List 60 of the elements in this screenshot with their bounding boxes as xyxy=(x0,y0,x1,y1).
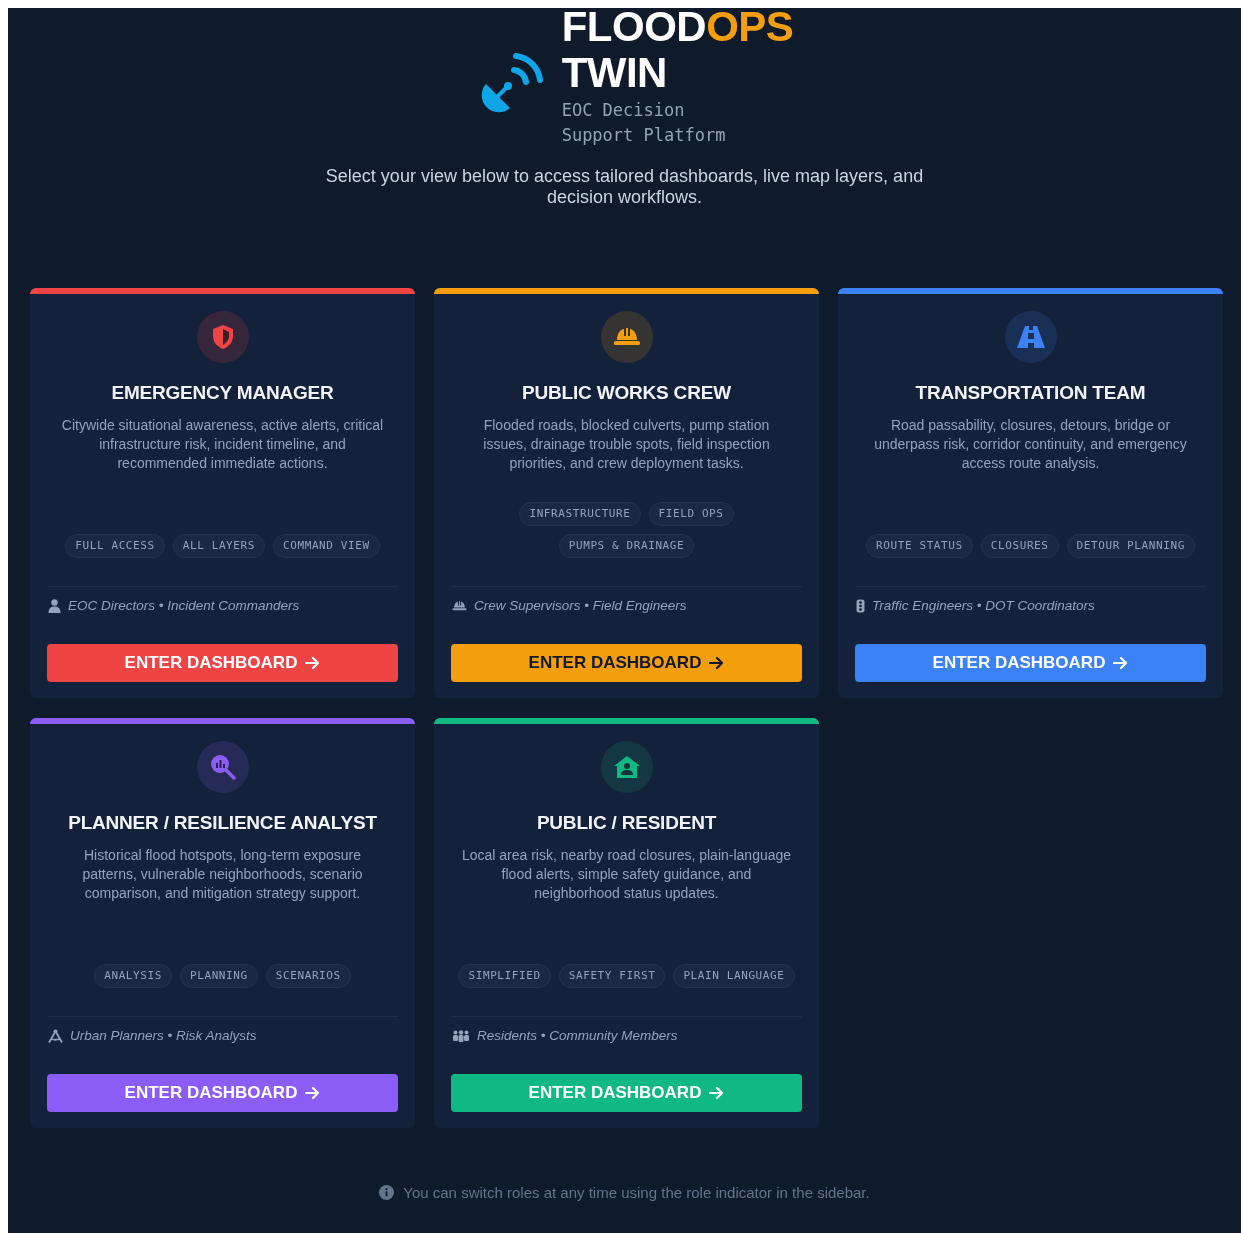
shield-icon xyxy=(210,324,235,350)
brand-title: FLOODOPS TWIN xyxy=(561,8,794,96)
tag: SIMPLIFIED xyxy=(458,964,551,988)
role-title: EMERGENCY MANAGER xyxy=(111,381,334,405)
tag: COMMAND VIEW xyxy=(273,534,380,558)
tag: PUMPS & DRAINAGE xyxy=(558,534,695,558)
role-card[interactable] xyxy=(30,288,415,698)
hard-hat-icon xyxy=(452,599,467,612)
tag: PLANNING xyxy=(180,964,258,988)
house-person-icon xyxy=(612,755,641,779)
role-description: Local area risk, nearby road closures, plain-language flood alerts, simple safety guidance, and neighborhood status updates. xyxy=(460,846,793,903)
tag: FIELD OPS xyxy=(648,502,734,526)
audience-text: Urban Planners • Risk Analysts xyxy=(70,1028,257,1043)
role-description: Citywide situational awareness, active alerts, critical infrastructure risk, incident timeline, and recommended immediate actions. xyxy=(60,416,385,473)
audience-text: Traffic Engineers • DOT Coordinators xyxy=(872,598,1095,613)
info-icon xyxy=(379,1185,395,1200)
people-group-icon xyxy=(452,1029,470,1042)
tag: CLOSURES xyxy=(980,534,1059,558)
tag: FULL ACCESS xyxy=(65,534,165,558)
role-title: PUBLIC / RESIDENT xyxy=(536,811,717,835)
role-description: Historical flood hotspots, long-term exposure patterns, vulnerable neighborhoods, scenario comparison, and mitigation strategy support. xyxy=(81,846,364,903)
arrow-icon xyxy=(305,656,321,670)
tag: INFRASTRUCTURE xyxy=(519,502,641,526)
footer-note: You can switch roles at any time using the role indicator in the sidebar. xyxy=(403,1184,870,1201)
audience-text: Crew Supervisors • Field Engineers xyxy=(474,598,687,613)
arrow-icon xyxy=(305,1086,321,1100)
tag: PLAIN LANGUAGE xyxy=(673,964,795,988)
enter-dashboard-button[interactable]: ENTER DASHBOARD xyxy=(451,644,802,682)
tagline: Select your view below to access tailored dashboards, live map layers, and decision workflows. xyxy=(324,166,925,208)
enter-dashboard-button[interactable]: ENTER DASHBOARD xyxy=(47,644,398,682)
road-icon xyxy=(1015,325,1046,349)
role-title: PLANNER / RESILIENCE ANALYST xyxy=(68,811,377,835)
tag: SAFETY FIRST xyxy=(558,964,666,988)
audience-text: Residents • Community Members xyxy=(477,1028,678,1043)
role-title: TRANSPORTATION TEAM xyxy=(915,381,1146,405)
tag: ALL LAYERS xyxy=(172,534,265,558)
enter-dashboard-button[interactable]: ENTER DASHBOARD xyxy=(47,1074,398,1112)
role-card[interactable] xyxy=(838,288,1223,698)
role-card[interactable] xyxy=(434,288,819,698)
role-description: Road passability, closures, detours, bridge or underpass risk, corridor continuity, and emergency access route analysis. xyxy=(873,416,1188,473)
audience-text: EOC Directors • Incident Commanders xyxy=(68,598,300,613)
traffic-light-icon xyxy=(856,598,865,613)
role-card[interactable] xyxy=(434,718,819,1128)
arrow-icon xyxy=(709,656,725,670)
arrow-icon xyxy=(1113,656,1129,670)
arrow-icon xyxy=(709,1086,725,1100)
chart-search-icon xyxy=(209,754,236,780)
hard-hat-icon xyxy=(612,327,641,347)
role-card[interactable] xyxy=(30,718,415,1128)
enter-dashboard-button[interactable]: ENTER DASHBOARD xyxy=(855,644,1206,682)
enter-dashboard-button[interactable]: ENTER DASHBOARD xyxy=(451,1074,802,1112)
role-title: PUBLIC WORKS CREW xyxy=(522,381,731,405)
role-description: Flooded roads, blocked culverts, pump station issues, drainage trouble spots, field inspection priorities, and crew deployment tasks. xyxy=(482,416,771,473)
tag: SCENARIOS xyxy=(265,964,351,988)
tag: DETOUR PLANNING xyxy=(1066,534,1195,558)
brand-subtitle: EOC Decision Support Platform xyxy=(561,99,727,147)
tag: ROUTE STATUS xyxy=(866,534,973,558)
person-icon xyxy=(48,598,61,613)
tag: ANALYSIS xyxy=(94,964,172,988)
drafting-compass-icon xyxy=(48,1028,63,1043)
